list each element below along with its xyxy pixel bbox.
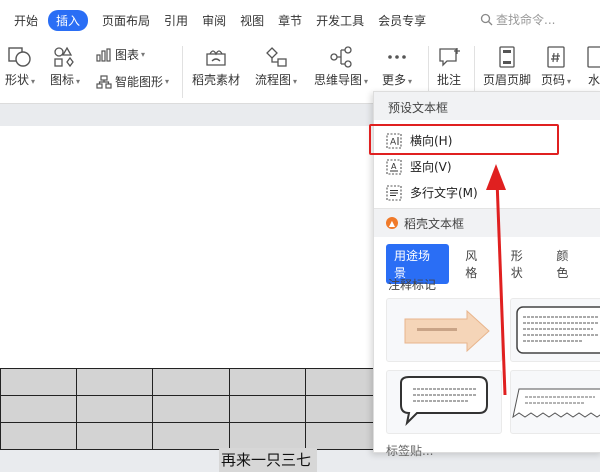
watermark-button[interactable]: 水 <box>587 46 600 88</box>
material-label: 稻壳素材 <box>192 73 241 87</box>
flowchart-icon <box>266 47 287 67</box>
shape-button[interactable]: 形状 ▾ <box>5 46 35 88</box>
vertical-textbox-item[interactable]: A 竖向(V) <box>386 158 452 175</box>
table-row <box>0 368 383 396</box>
textbox-template-scroll[interactable] <box>510 298 600 362</box>
search-icon <box>480 13 493 26</box>
comment-button[interactable]: 批注 <box>437 46 461 88</box>
document-page[interactable]: 再来一只三七 <box>0 126 383 472</box>
material-button[interactable]: 稻壳素材 <box>192 46 240 88</box>
selected-document-text[interactable]: 再来一只三七 <box>219 448 318 472</box>
annotation-section-label: 注释标记 <box>388 278 437 292</box>
table-cell[interactable] <box>228 395 306 423</box>
preset-header-label: 预设文本框 <box>388 101 449 115</box>
table-cell[interactable] <box>152 422 230 450</box>
red-arrow-annotation <box>486 164 507 396</box>
flame-icon: ▲ <box>386 217 398 229</box>
horizontal-textbox-label: 横向(H) <box>410 134 453 148</box>
multiline-text-label: 多行文字(M) <box>410 186 478 200</box>
menu-review[interactable]: 审阅 <box>202 12 226 29</box>
table-cell[interactable] <box>152 368 230 396</box>
horizontal-textbox-icon: A <box>386 132 402 149</box>
table-cell[interactable] <box>304 395 383 423</box>
table-cell[interactable] <box>76 395 154 423</box>
multiline-text-item[interactable]: 多行文字(M) <box>386 184 478 201</box>
smart-graphic-icon <box>96 74 112 89</box>
vertical-textbox-icon: A <box>386 158 402 175</box>
menu-start[interactable]: 开始 <box>14 12 38 29</box>
header-footer-icon <box>499 46 515 68</box>
icon-library-icon <box>54 46 74 68</box>
more-label: 更多 <box>382 73 407 87</box>
svg-text:A: A <box>390 137 397 147</box>
ribbon-divider <box>182 46 183 98</box>
menu-insert[interactable]: 插入 <box>48 9 89 31</box>
menu-reference[interactable]: 引用 <box>164 12 188 29</box>
table-cell[interactable] <box>152 395 230 423</box>
material-icon <box>206 50 226 66</box>
smart-graphic-button[interactable]: 智能图形 ▾ <box>96 73 169 90</box>
more-button[interactable]: 更多 ▾ <box>382 46 412 88</box>
document-table[interactable] <box>0 368 383 450</box>
menu-developer[interactable]: 开发工具 <box>316 12 364 29</box>
search-placeholder: 查找命令... <box>496 13 556 27</box>
flowchart-button[interactable]: 流程图 ▾ <box>255 46 297 88</box>
table-cell[interactable] <box>228 422 306 450</box>
icon-label: 图标 <box>50 73 75 87</box>
flowchart-label: 流程图 <box>255 73 292 87</box>
table-cell[interactable] <box>0 422 78 450</box>
chart-label: 图表 <box>115 48 140 62</box>
tab-color[interactable]: 颜色 <box>556 247 580 281</box>
command-search[interactable]: 查找命令... <box>480 11 555 28</box>
table-cell[interactable] <box>76 368 154 396</box>
torn-paper-thumbnail <box>512 388 600 419</box>
daoke-header-label: 稻壳文本框 <box>404 216 465 231</box>
shape-label: 形状 <box>5 73 30 87</box>
textbox-template-torn[interactable] <box>510 370 600 434</box>
multiline-text-icon <box>386 184 402 201</box>
watermark-icon <box>587 46 600 68</box>
mindmap-label: 思维导图 <box>314 73 363 87</box>
menu-bar: 开始 插入 页面布局 引用 审阅 视图 章节 开发工具 会员专享 查找命令... <box>0 0 600 40</box>
page-number-button[interactable]: 页码 ▾ <box>541 46 571 88</box>
table-cell[interactable] <box>76 422 154 450</box>
svg-text:A: A <box>391 162 397 171</box>
table-cell[interactable] <box>304 368 383 396</box>
more-icon <box>388 55 406 59</box>
vertical-textbox-label: 竖向(V) <box>410 160 452 174</box>
mindmap-button[interactable]: 思维导图 ▾ <box>314 46 368 88</box>
table-row <box>0 395 383 423</box>
table-row <box>0 422 383 450</box>
menu-section[interactable]: 章节 <box>278 12 302 29</box>
page-number-icon <box>547 46 565 68</box>
mindmap-icon <box>330 46 352 68</box>
menu-page-layout[interactable]: 页面布局 <box>102 12 150 29</box>
table-cell[interactable] <box>228 368 306 396</box>
comment-label: 批注 <box>437 73 462 87</box>
scroll-callout-thumbnail <box>516 306 600 354</box>
header-footer-label: 页眉页脚 <box>483 73 532 87</box>
table-cell[interactable] <box>0 368 78 396</box>
page-number-label: 页码 <box>541 73 566 87</box>
shape-icon <box>8 47 31 67</box>
chart-icon <box>96 47 111 62</box>
table-cell[interactable] <box>304 422 383 450</box>
preset-header: 预设文本框 <box>374 92 600 120</box>
icon-button[interactable]: 图标 ▾ <box>50 46 80 88</box>
sticker-section-label: 标签贴... <box>386 444 434 458</box>
table-cell[interactable] <box>0 395 78 423</box>
comment-icon <box>439 48 460 67</box>
menu-member[interactable]: 会员专享 <box>378 12 426 29</box>
watermark-label: 水 <box>587 73 600 87</box>
chart-button[interactable]: 图表 ▾ <box>96 46 145 63</box>
smart-graphic-label: 智能图形 <box>115 75 164 89</box>
header-footer-button[interactable]: 页眉页脚 <box>483 46 531 88</box>
menu-view[interactable]: 视图 <box>240 12 264 29</box>
horizontal-textbox-item[interactable]: A 横向(H) <box>386 132 452 149</box>
